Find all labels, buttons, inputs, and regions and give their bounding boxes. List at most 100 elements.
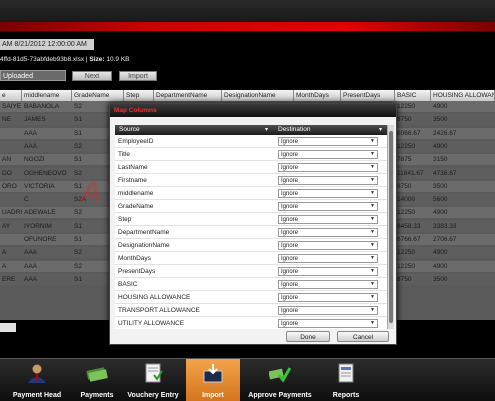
- chevron-down-icon[interactable]: ▼: [369, 294, 376, 301]
- destination-select[interactable]: Ignore ▼: [278, 150, 378, 159]
- table-cell: NGOZI: [24, 156, 45, 164]
- source-column-name: UTILITY ALLOWANCE: [118, 320, 185, 327]
- destination-header[interactable]: Destination: [278, 125, 311, 135]
- table-cell: 3500: [433, 182, 448, 190]
- grid-col-header[interactable]: BASIC: [395, 90, 431, 101]
- chevron-down-icon[interactable]: ▼: [369, 242, 376, 249]
- mapping-row: Title Ignore ▼: [115, 148, 387, 161]
- done-button[interactable]: Done: [286, 331, 330, 342]
- chevron-down-icon[interactable]: ▼: [369, 164, 376, 171]
- table-cell: AAA: [24, 249, 38, 257]
- nav-label: Reports: [332, 392, 360, 399]
- size-label: Size:: [89, 56, 105, 63]
- mapping-row: UTILITY ALLOWANCE Ignore ▼: [115, 317, 387, 329]
- size-value: 10.9 KB: [106, 56, 130, 63]
- destination-value: Ignore: [281, 165, 299, 171]
- table-cell: ADEWALE: [24, 209, 56, 217]
- chevron-down-icon[interactable]: ▼: [369, 281, 376, 288]
- mapping-row: middlename Ignore ▼: [115, 187, 387, 200]
- grid-col-header[interactable]: HOUSING ALLOWANCE: [431, 90, 495, 101]
- destination-select[interactable]: Ignore ▼: [278, 306, 378, 315]
- destination-value: Ignore: [281, 308, 299, 314]
- grid-col-header[interactable]: e: [0, 90, 22, 101]
- money-icon: [86, 367, 108, 382]
- nav-payment-head[interactable]: Payment Head: [0, 359, 74, 401]
- table-cell: 8750: [397, 182, 412, 190]
- table-cell: [0, 234, 22, 245]
- table-cell: 8458.33: [397, 222, 421, 230]
- reports-icon: [338, 363, 354, 383]
- table-cell: 6066.67: [397, 129, 421, 137]
- destination-value: Ignore: [281, 321, 299, 327]
- import-button[interactable]: Import: [119, 71, 157, 81]
- nav-import[interactable]: Import: [186, 359, 240, 401]
- destination-select[interactable]: Ignore ▼: [278, 241, 378, 250]
- destination-value: Ignore: [281, 178, 299, 184]
- source-column-name: LastName: [118, 164, 148, 171]
- nav-payments[interactable]: Payments: [74, 359, 120, 401]
- destination-select[interactable]: Ignore ▼: [278, 137, 378, 146]
- filter-icon[interactable]: ▾: [265, 125, 268, 135]
- table-cell: AAA: [24, 275, 38, 283]
- destination-select[interactable]: Ignore ▼: [278, 176, 378, 185]
- chevron-down-icon[interactable]: ▼: [369, 320, 376, 327]
- table-cell: OGHENEOVO: [24, 169, 67, 177]
- grid-col-header[interactable]: PresentDays: [341, 90, 395, 101]
- grid-col-header[interactable]: Step: [124, 90, 154, 101]
- table-cell: DO: [2, 169, 12, 177]
- destination-select[interactable]: Ignore ▼: [278, 215, 378, 224]
- table-cell: 4736.67: [433, 169, 457, 177]
- table-cell: 12250: [397, 249, 416, 257]
- nav-approve-payments[interactable]: Approve Payments: [240, 359, 320, 401]
- destination-select[interactable]: Ignore ▼: [278, 280, 378, 289]
- mapping-row: MonthDays Ignore ▼: [115, 252, 387, 265]
- destination-select[interactable]: Ignore ▼: [278, 319, 378, 328]
- chevron-down-icon[interactable]: ▼: [369, 138, 376, 145]
- grid-col-header[interactable]: middlename: [22, 90, 72, 101]
- mapping-row: BASIC Ignore ▼: [115, 278, 387, 291]
- chevron-down-icon[interactable]: ▼: [369, 229, 376, 236]
- table-cell: 3150: [433, 156, 448, 164]
- chevron-down-icon[interactable]: ▼: [369, 190, 376, 197]
- chevron-down-icon[interactable]: ▼: [369, 177, 376, 184]
- chevron-down-icon[interactable]: ▼: [369, 203, 376, 210]
- date-field[interactable]: AM 8/21/2012 12:00:00 AM: [0, 39, 94, 50]
- grid-col-header[interactable]: GradeName: [72, 90, 124, 101]
- table-cell: 14000: [397, 196, 416, 204]
- table-cell: 6766.67: [397, 236, 421, 243]
- grid-col-header[interactable]: DesignationName: [222, 90, 294, 101]
- nav-reports[interactable]: Reports: [320, 359, 372, 401]
- file-name: 4ffd-81d5-73abfdeb93b8.xlsx: [0, 56, 85, 63]
- chevron-down-icon[interactable]: ▼: [369, 307, 376, 314]
- table-cell: AAA: [24, 129, 38, 137]
- destination-select[interactable]: Ignore ▼: [278, 254, 378, 263]
- grid-col-header[interactable]: DepartmentName: [154, 90, 222, 101]
- table-cell: JAMES: [24, 116, 46, 124]
- mapping-row: DepartmentName Ignore ▼: [115, 226, 387, 239]
- source-header[interactable]: Source: [119, 125, 140, 135]
- mapping-row: EmployeeID Ignore ▼: [115, 135, 387, 148]
- chevron-down-icon[interactable]: ▼: [369, 255, 376, 262]
- destination-select[interactable]: Ignore ▼: [278, 163, 378, 172]
- destination-value: Ignore: [281, 230, 299, 236]
- destination-select[interactable]: Ignore ▼: [278, 228, 378, 237]
- destination-value: Ignore: [281, 269, 299, 275]
- destination-select[interactable]: Ignore ▼: [278, 267, 378, 276]
- grid-col-header[interactable]: MonthDays: [294, 90, 341, 101]
- next-button[interactable]: Next: [72, 71, 112, 81]
- scrollbar-thumb[interactable]: [389, 131, 393, 323]
- dialog-scrollbar[interactable]: [387, 125, 394, 329]
- nav-vouchery-entry[interactable]: Vouchery Entry: [120, 359, 186, 401]
- chevron-down-icon[interactable]: ▼: [369, 216, 376, 223]
- chevron-down-icon[interactable]: ▼: [369, 268, 376, 275]
- filter-icon[interactable]: ▾: [379, 125, 382, 135]
- destination-select[interactable]: Ignore ▼: [278, 293, 378, 302]
- nav-label: Payments: [80, 392, 114, 399]
- chevron-down-icon[interactable]: ▼: [369, 151, 376, 158]
- destination-select[interactable]: Ignore ▼: [278, 202, 378, 211]
- destination-select[interactable]: Ignore ▼: [278, 189, 378, 198]
- bottom-nav: Payment Head Payments Vouchery Entry Imp…: [0, 358, 495, 401]
- table-cell: 8750: [397, 116, 412, 124]
- table-cell: AAA: [24, 142, 38, 150]
- cancel-button[interactable]: Cancel: [337, 331, 389, 342]
